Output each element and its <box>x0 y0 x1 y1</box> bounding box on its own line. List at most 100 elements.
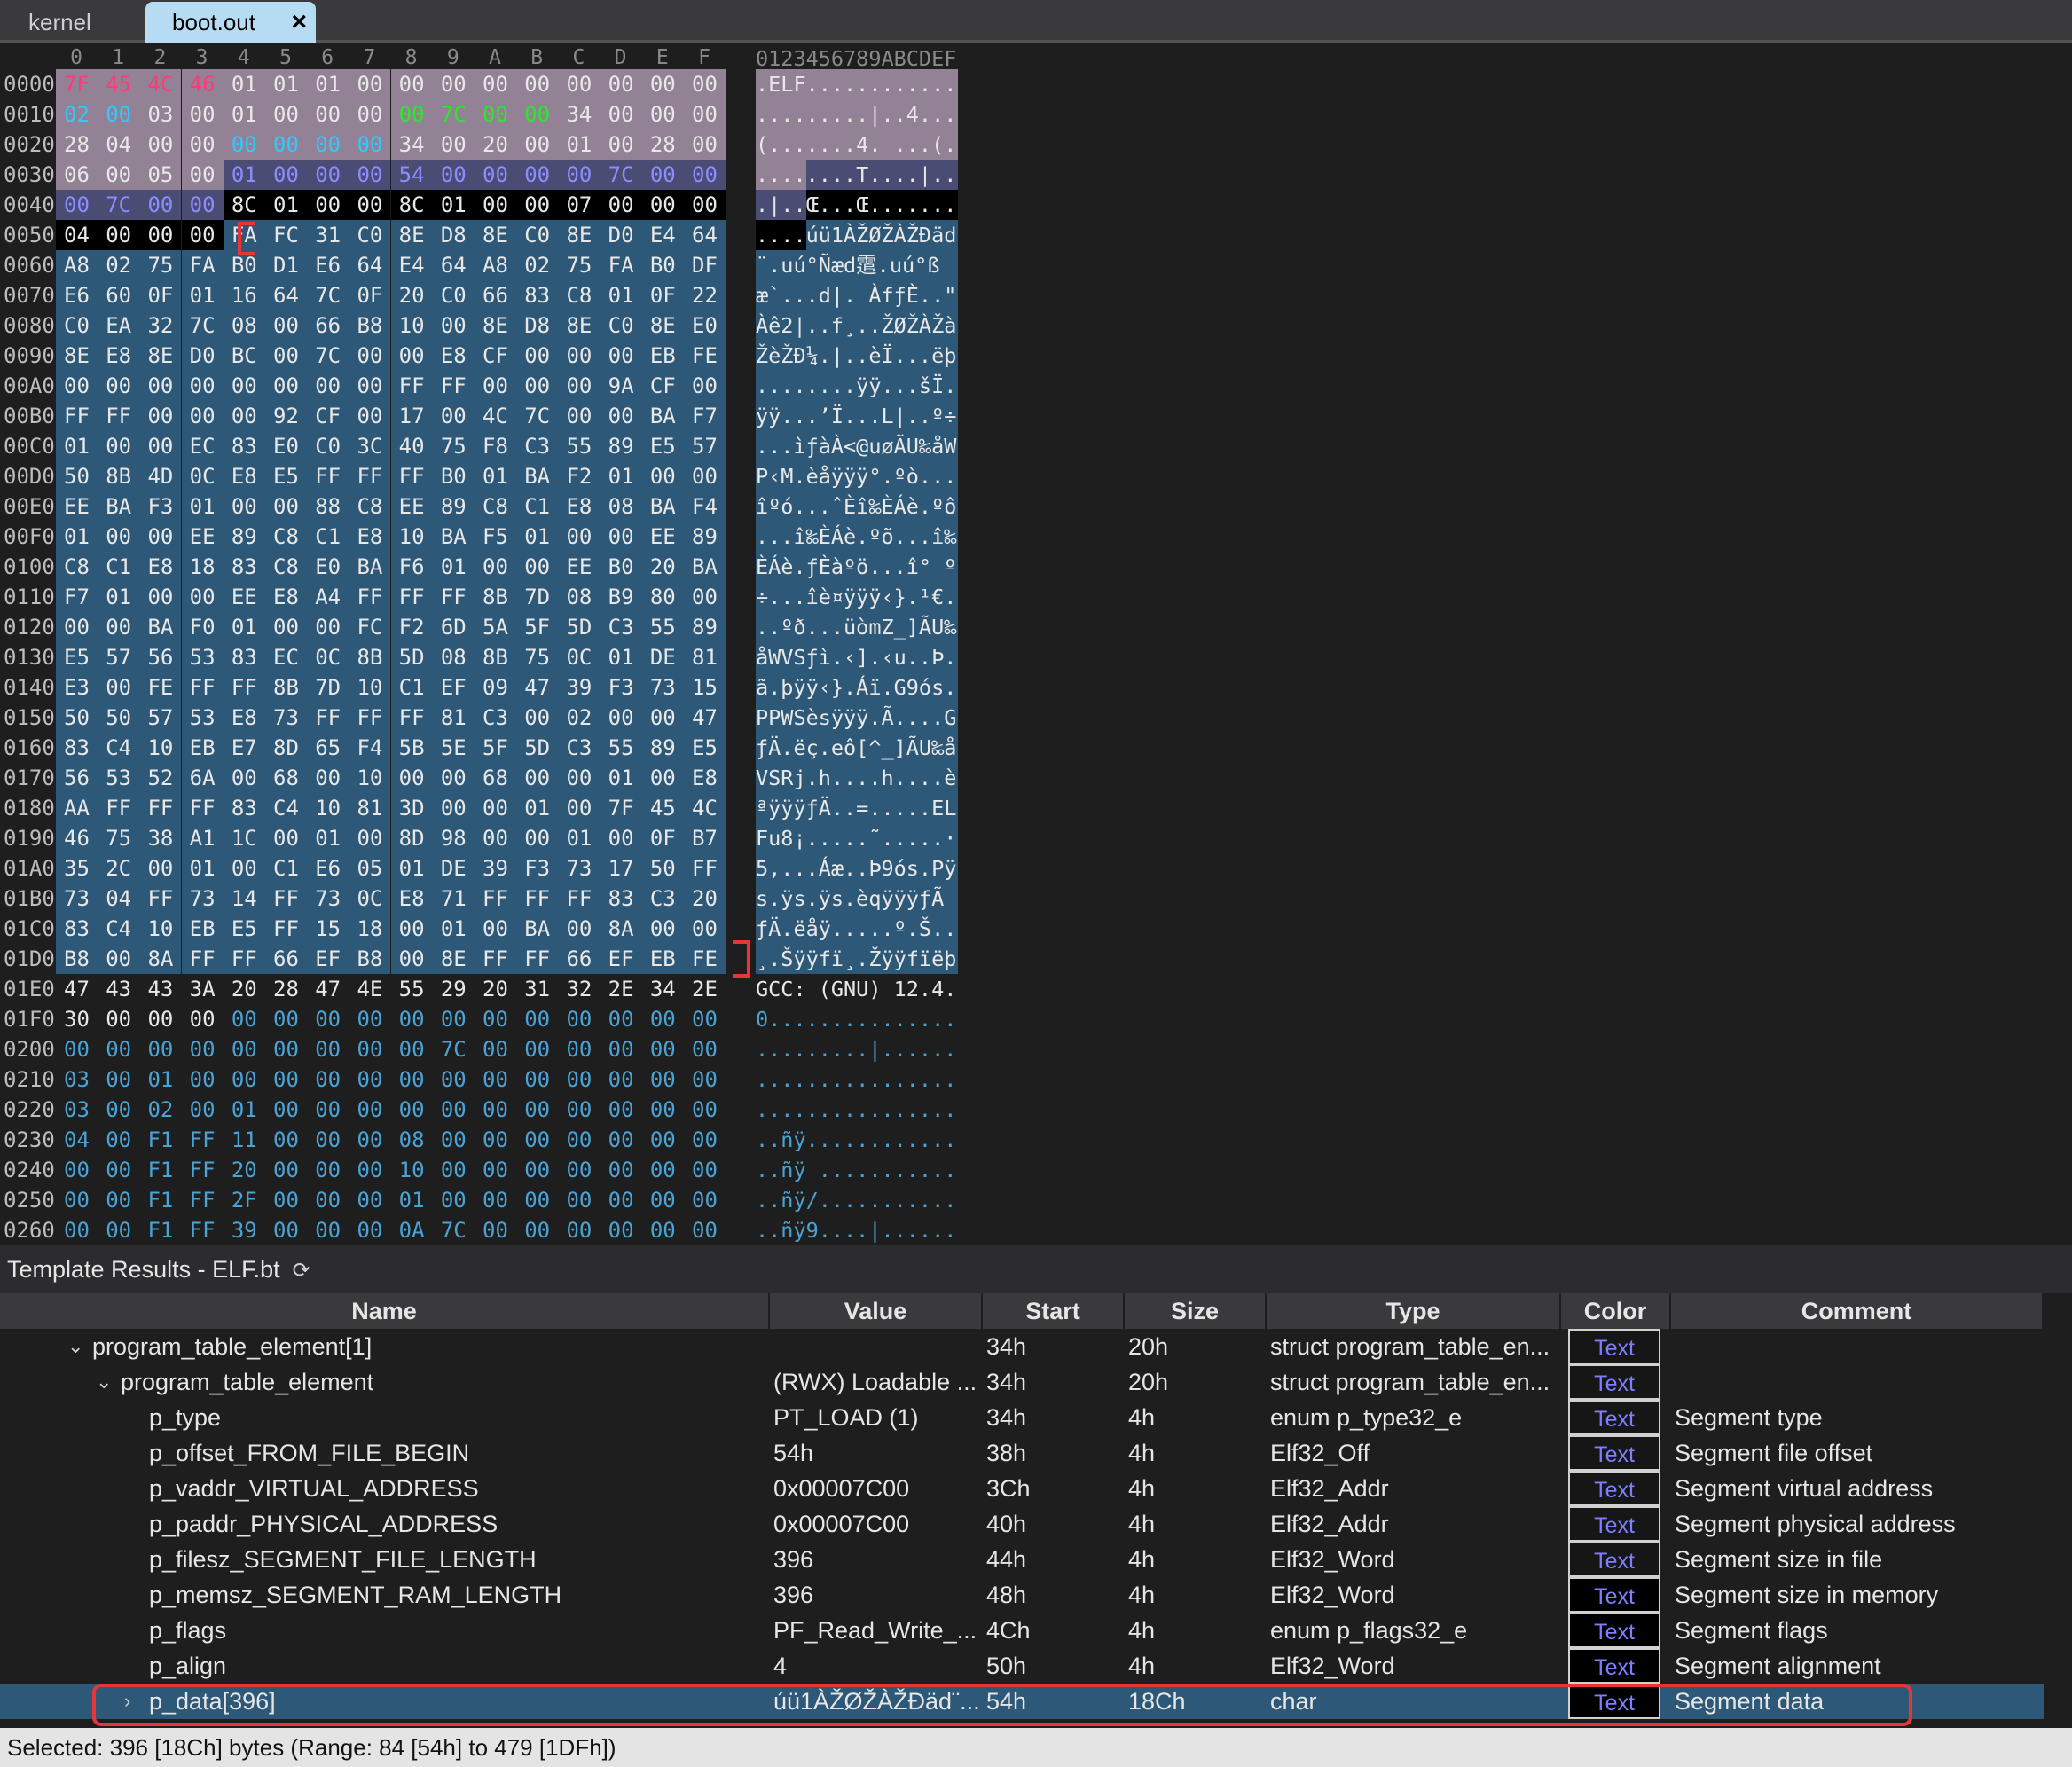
ascii-text[interactable]: .........|...... <box>756 1034 956 1064</box>
ascii-text[interactable]: P‹M.èåÿÿÿ°.ºò... <box>756 461 956 491</box>
hex-byte[interactable]: CF <box>475 341 516 371</box>
hex-byte[interactable]: 83 <box>223 552 265 582</box>
hex-byte[interactable]: 00 <box>139 522 182 552</box>
hex-byte[interactable]: 7C <box>433 1215 475 1245</box>
hex-byte[interactable]: 75 <box>516 642 559 672</box>
hex-byte[interactable]: 00 <box>600 99 642 130</box>
hex-byte[interactable]: 00 <box>349 190 391 220</box>
hex-byte[interactable]: 02 <box>558 703 600 733</box>
hex-byte[interactable]: 00 <box>558 1215 600 1245</box>
hex-byte[interactable]: E6 <box>56 280 98 310</box>
hex-byte[interactable]: 50 <box>641 853 684 884</box>
hex-byte[interactable]: 00 <box>558 522 600 552</box>
hex-byte[interactable]: 00 <box>98 672 140 703</box>
hex-byte[interactable]: FF <box>349 461 391 491</box>
hex-byte[interactable]: 05 <box>139 160 182 190</box>
ascii-text[interactable]: Fu8¡.....˜.....· <box>756 823 956 853</box>
ascii-text[interactable]: ........T....|.. <box>756 160 956 190</box>
hex-byte[interactable]: 00 <box>98 1155 139 1185</box>
hex-byte[interactable]: 0F <box>139 280 182 310</box>
hex-row[interactable]: 0120 00 00 BA F0 01 00 00 FC F2 6D 5A 5F 5D C3 55 89 ..ºð… <box>0 612 1064 642</box>
hex-byte[interactable]: 00 <box>684 1034 726 1064</box>
hex-byte[interactable]: 00 <box>558 1064 600 1095</box>
hex-byte[interactable]: 34 <box>390 130 433 160</box>
hex-byte[interactable]: BC <box>223 341 265 371</box>
hex-byte[interactable]: C8 <box>265 522 307 552</box>
hex-byte[interactable]: BA <box>516 461 559 491</box>
hex-byte[interactable]: D0 <box>181 341 224 371</box>
hex-byte[interactable]: 89 <box>684 522 726 552</box>
hex-byte[interactable]: FF <box>139 793 182 823</box>
hex-byte[interactable]: EB <box>181 733 224 763</box>
hex-byte[interactable]: 8E <box>558 220 600 250</box>
hex-byte[interactable]: BA <box>349 552 391 582</box>
hex-byte[interactable]: 00 <box>139 371 182 401</box>
hex-row[interactable]: 0170 56 53 52 6A 00 68 00 10 00 00 68 00 00 01 00 E8 VSRj… <box>0 763 1064 793</box>
hex-byte[interactable]: 56 <box>56 763 98 793</box>
hex-byte[interactable]: 5D <box>516 733 559 763</box>
hex-byte[interactable]: FF <box>349 703 391 733</box>
hex-byte[interactable]: 00 <box>56 371 98 401</box>
hex-row[interactable]: 00B0 FF FF 00 00 00 92 CF 00 17 00 4C 7C 00 00 BA F7 ÿÿ..… <box>0 401 1064 431</box>
hex-byte[interactable]: 00 <box>642 1125 684 1155</box>
hex-byte[interactable]: C8 <box>349 491 391 522</box>
hex-byte[interactable]: E8 <box>349 522 391 552</box>
hex-byte[interactable]: 00 <box>349 823 391 853</box>
hex-byte[interactable]: EE <box>223 582 265 612</box>
hex-byte[interactable]: 6A <box>181 763 224 793</box>
hex-byte[interactable]: 00 <box>600 1034 642 1064</box>
hex-byte[interactable]: 00 <box>181 99 224 130</box>
hex-byte[interactable]: 52 <box>139 763 182 793</box>
hex-byte[interactable]: 55 <box>600 733 642 763</box>
hex-byte[interactable]: 31 <box>307 220 349 250</box>
hex-row[interactable]: 0110 F7 01 00 00 EE E8 A4 FF FF FF 8B 7D 08 B9 80 00 ÷...… <box>0 582 1064 612</box>
hex-byte[interactable]: 04 <box>98 130 140 160</box>
hex-byte[interactable]: 01 <box>307 823 349 853</box>
ascii-text[interactable]: ¨.uú°Ñæd䨨.uú°ß <box>756 250 939 280</box>
hex-row[interactable]: 0040 00 7C 00 00 8C 01 00 00 8C 01 00 00 07 00 00 00 .|..… <box>0 190 1064 220</box>
hex-byte[interactable]: C3 <box>558 733 600 763</box>
hex-byte[interactable]: 00 <box>558 914 600 944</box>
hex-row[interactable]: 0220 03 00 02 00 01 00 00 00 00 00 00 00 00 00 00 00....… <box>0 1095 1064 1125</box>
hex-byte[interactable]: 00 <box>265 1064 307 1095</box>
hex-byte[interactable]: 00 <box>307 99 349 130</box>
hex-byte[interactable]: 00 <box>600 1215 642 1245</box>
hex-byte[interactable]: 02 <box>98 250 140 280</box>
hex-byte[interactable]: 00 <box>98 1034 139 1064</box>
ascii-text[interactable]: .ELF............ <box>756 69 956 99</box>
hex-byte[interactable]: EC <box>265 642 307 672</box>
hex-byte[interactable]: 00 <box>307 612 349 642</box>
ascii-text[interactable]: (.......4. ...(. <box>756 130 956 160</box>
hex-byte[interactable]: F1 <box>139 1155 181 1185</box>
hex-byte[interactable]: 55 <box>641 612 684 642</box>
hex-byte[interactable]: 07 <box>558 190 600 220</box>
hex-byte[interactable]: 7D <box>307 672 349 703</box>
ascii-text[interactable]: ..ñÿ ........... <box>756 1155 956 1185</box>
hex-byte[interactable]: 00 <box>516 1064 558 1095</box>
ascii-text[interactable]: æ`...d|. ÀfƒÈ.." <box>756 280 956 310</box>
hex-byte[interactable]: 73 <box>558 853 600 884</box>
hex-row[interactable]: 0020 28 04 00 00 00 00 00 00 34 00 20 00 01 00 28 00 (...… <box>0 130 1064 160</box>
hex-byte[interactable]: 00 <box>516 1155 558 1185</box>
hex-byte[interactable]: 00 <box>433 1064 475 1095</box>
hex-byte[interactable]: 66 <box>265 944 307 974</box>
hex-byte[interactable]: 31 <box>516 974 558 1004</box>
hex-byte[interactable]: 00 <box>641 69 684 99</box>
ascii-text[interactable]: ........ÿÿ...šÏ. <box>756 371 956 401</box>
hex-byte[interactable]: FF <box>98 401 140 431</box>
hex-byte[interactable]: 00 <box>56 1155 98 1185</box>
hex-byte[interactable]: 00 <box>349 1215 390 1245</box>
hex-byte[interactable]: 00 <box>223 130 265 160</box>
hex-byte[interactable]: 00 <box>475 160 516 190</box>
ascii-text[interactable]: ÈÁè.ƒÈàºö...î° º <box>756 552 956 582</box>
hex-byte[interactable]: FF <box>223 672 265 703</box>
hex-byte[interactable]: 01 <box>139 1064 181 1095</box>
hex-byte[interactable]: 00 <box>433 1095 475 1125</box>
hex-row[interactable]: 0050 04 00 00 00 FA FC 31 C0 8E D8 8E C0 8E D0 E4 64....… <box>0 220 1064 250</box>
hex-byte[interactable]: 00 <box>139 1004 181 1034</box>
hex-byte[interactable]: 00 <box>516 1215 558 1245</box>
hex-byte[interactable]: C1 <box>98 552 140 582</box>
hex-byte[interactable]: 00 <box>265 371 307 401</box>
hex-byte[interactable]: 17 <box>600 853 642 884</box>
hex-byte[interactable]: A8 <box>56 250 98 280</box>
